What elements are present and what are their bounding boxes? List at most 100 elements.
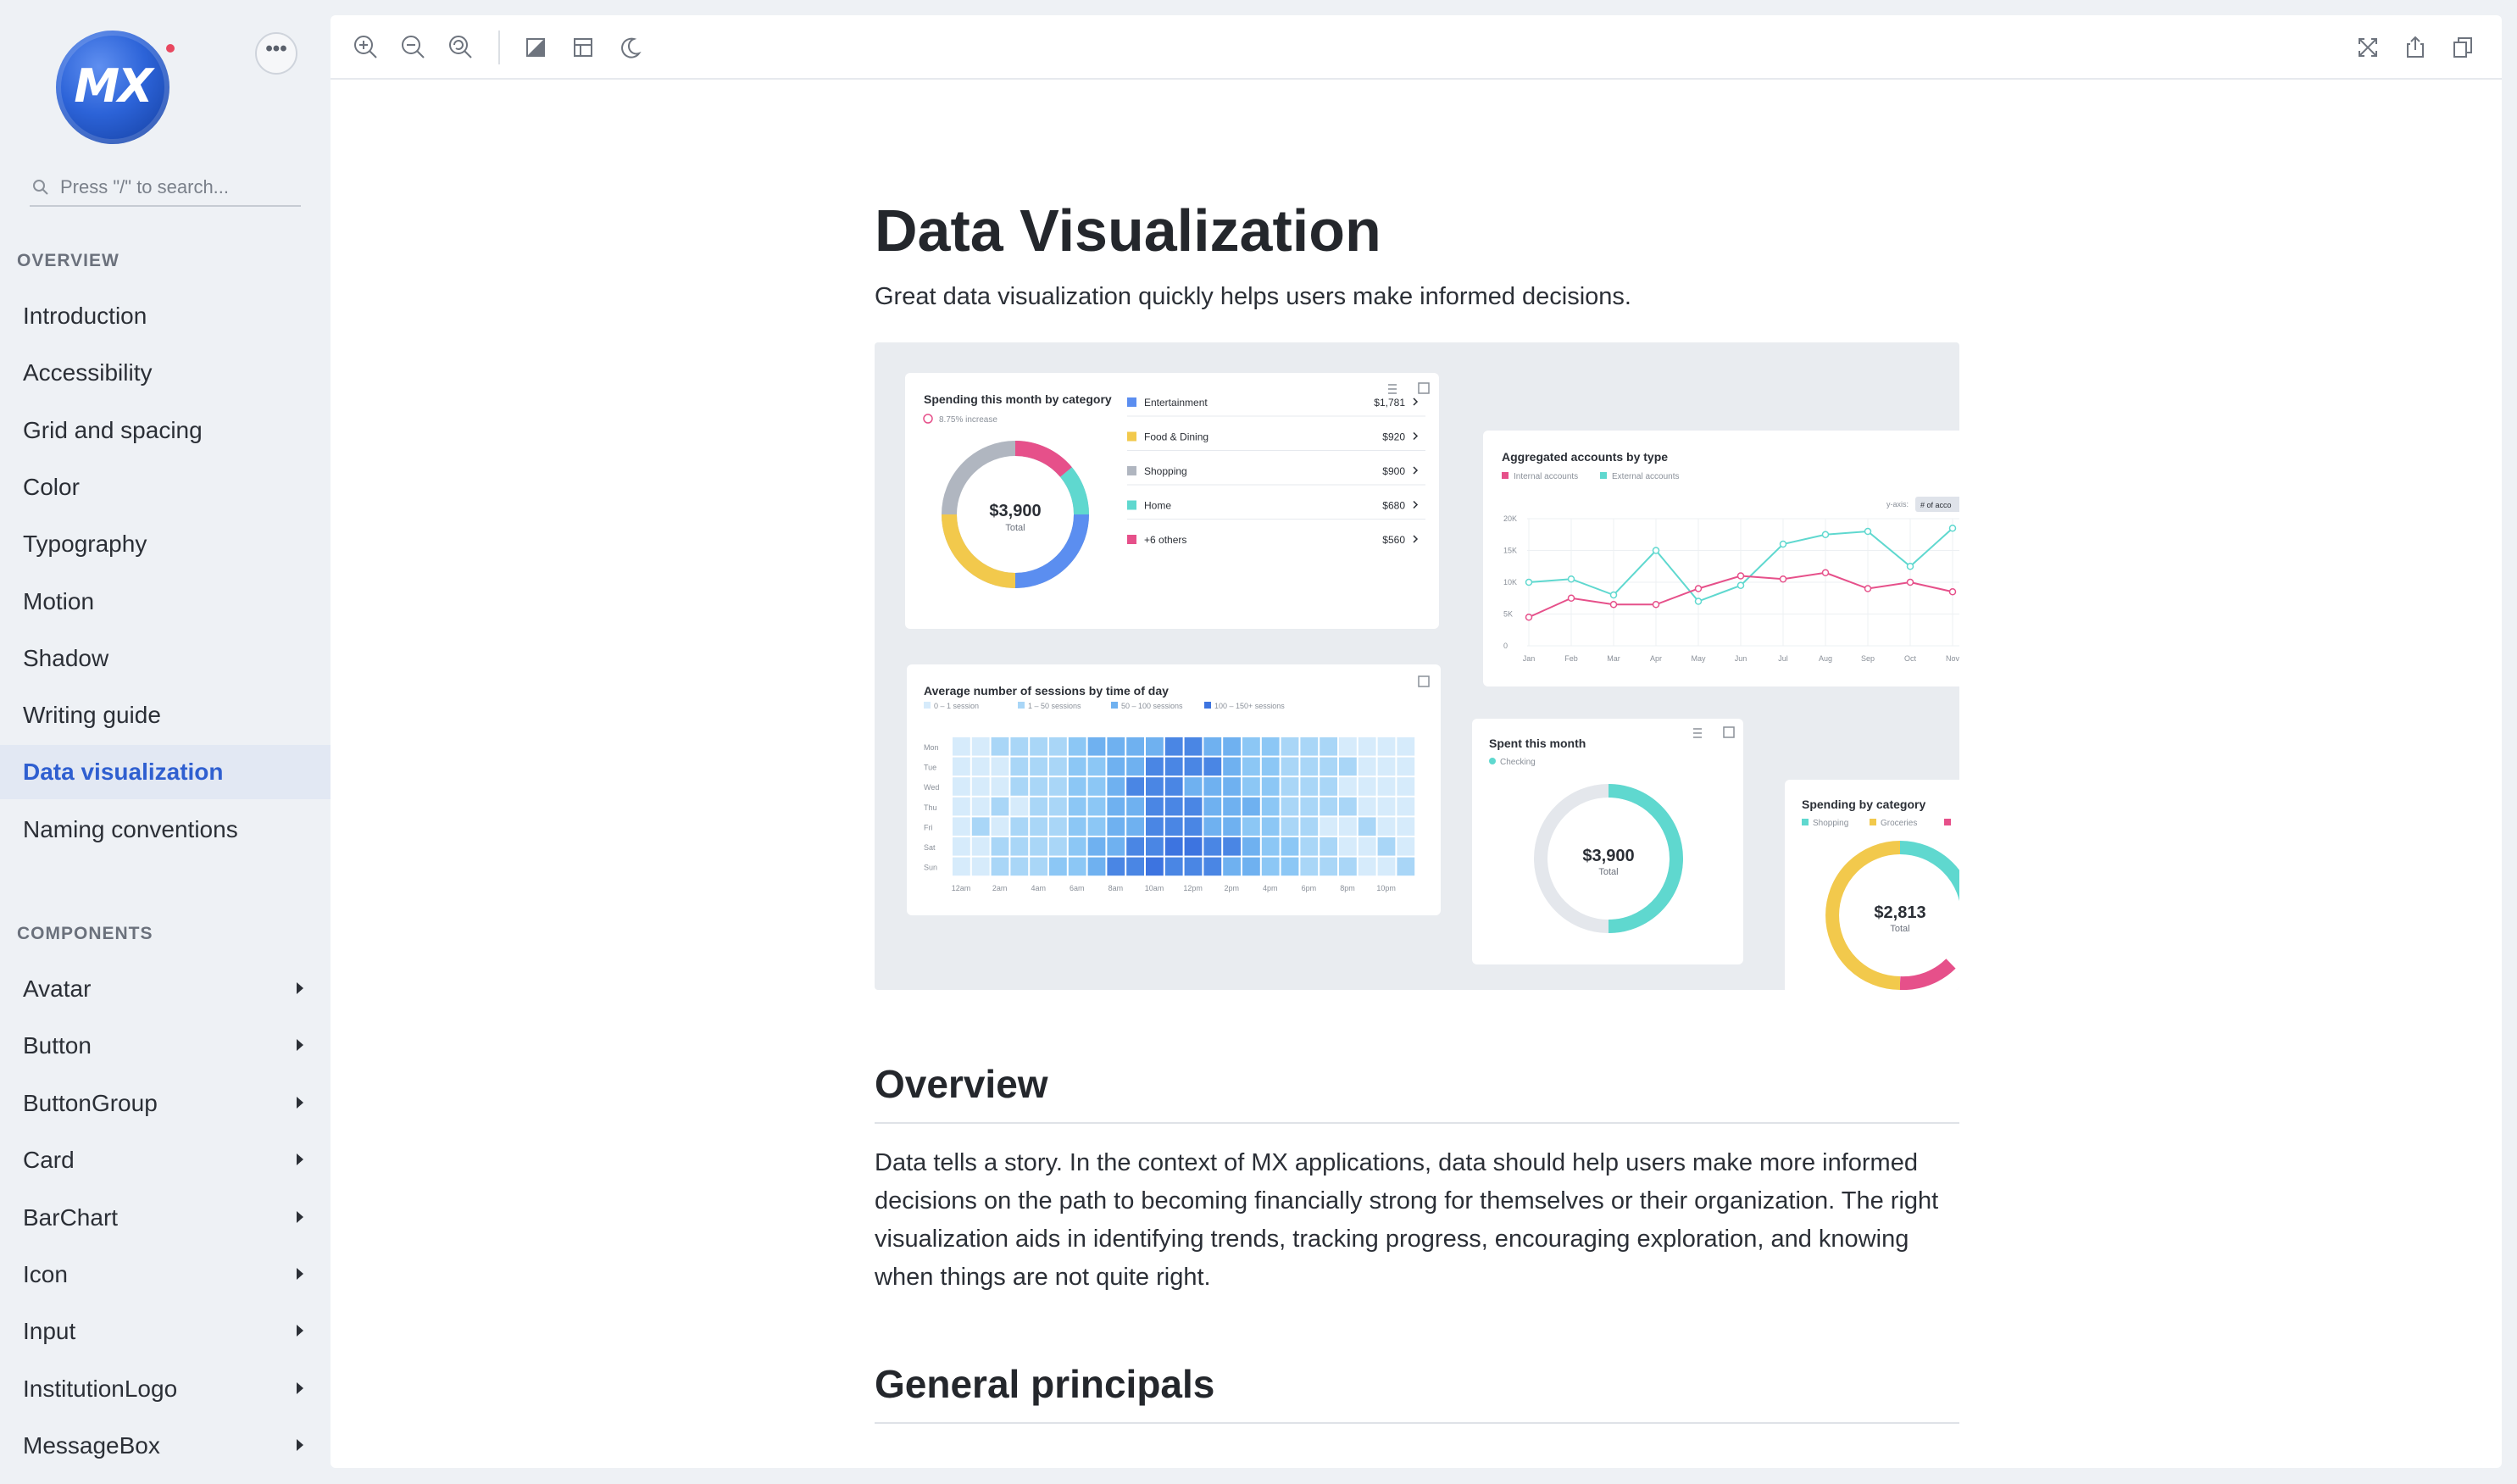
sidebar-item-color[interactable]: Color: [0, 460, 331, 514]
heatmap-cell: [1087, 737, 1106, 756]
hour-label: 12pm: [1183, 884, 1203, 892]
zoom-in-icon[interactable]: [351, 32, 381, 63]
line-point: [1609, 591, 1618, 599]
heatmap-cell: [1068, 857, 1086, 876]
heatmap-cell: [971, 757, 990, 776]
day-label: Sat: [924, 843, 936, 852]
heatmap-cell: [1281, 817, 1299, 836]
spending-total-label: Total: [1005, 523, 1025, 533]
expand-caret-icon[interactable]: [297, 1210, 303, 1223]
sidebar-item-button[interactable]: Button: [0, 1019, 331, 1073]
legend-groceries: Groceries: [1881, 819, 1917, 828]
heatmap-cell: [1281, 737, 1299, 756]
fullscreen-icon[interactable]: [2353, 32, 2383, 63]
x-tick: May: [1691, 654, 1706, 663]
row-swatch: [1127, 535, 1136, 544]
row-label: Home: [1144, 500, 1171, 512]
spending-increase: 8.75% increase: [939, 415, 997, 425]
heatmap-cell: [1320, 817, 1337, 836]
spent-label: Total: [1598, 867, 1618, 877]
more-options-button[interactable]: •••: [255, 32, 297, 75]
heatmap-cell: [1223, 817, 1241, 836]
heatmap-cell: [1030, 757, 1047, 776]
expand-caret-icon[interactable]: [297, 1325, 303, 1337]
dark-mode-icon[interactable]: [615, 32, 646, 63]
legend-label: 100 – 150+ sessions: [1214, 702, 1285, 710]
sidebar-item-shadow[interactable]: Shadow: [0, 631, 331, 686]
heatmap-cell: [1300, 837, 1319, 856]
sidebar-item-data-visualization[interactable]: Data visualization: [0, 745, 331, 800]
heatmap-cell: [1068, 777, 1086, 796]
x-tick: Jul: [1778, 654, 1788, 663]
expand-caret-icon[interactable]: [297, 1268, 303, 1280]
legend-swatch-external: [1600, 472, 1607, 479]
mx-logo[interactable]: MX: [56, 31, 169, 144]
reset-zoom-icon[interactable]: [446, 32, 476, 63]
heatmap-cell: [1242, 757, 1260, 776]
sidebar-item-naming-conventions[interactable]: Naming conventions: [0, 803, 331, 857]
expand-caret-icon[interactable]: [297, 1096, 303, 1109]
expand-caret-icon[interactable]: [297, 1381, 303, 1394]
heatmap-cell: [1281, 857, 1299, 876]
heatmap-cell: [1146, 797, 1164, 816]
line-point: [1948, 588, 1957, 596]
heatmap-cell: [1010, 837, 1029, 856]
sidebar-item-avatar[interactable]: Avatar: [0, 962, 331, 1016]
sidebar-item-introduction[interactable]: Introduction: [0, 289, 331, 343]
heatmap-cell: [1281, 757, 1299, 776]
expand-caret-icon[interactable]: [297, 1039, 303, 1052]
heatmap-cell: [1146, 737, 1164, 756]
sidebar-item-icon[interactable]: Icon: [0, 1248, 331, 1302]
expand-caret-icon[interactable]: [297, 982, 303, 994]
hour-label: 6am: [1070, 884, 1085, 892]
sidebar-item-motion[interactable]: Motion: [0, 575, 331, 629]
copy-icon[interactable]: [2448, 32, 2478, 63]
expand-caret-icon[interactable]: [297, 1153, 303, 1166]
heatmap-cell: [1049, 757, 1067, 776]
hour-label: 6pm: [1302, 884, 1317, 892]
line-point: [1779, 540, 1787, 548]
search-box: [30, 171, 301, 207]
x-tick: Jan: [1523, 654, 1536, 663]
toolbar: [331, 15, 2502, 80]
principles-heading: General principals: [875, 1362, 1215, 1406]
heatmap-cell: [1339, 857, 1357, 876]
background-icon[interactable]: [520, 32, 551, 63]
row-label: Shopping: [1144, 465, 1187, 477]
sidebar-item-typography[interactable]: Typography: [0, 517, 331, 571]
heatmap-cell: [1281, 837, 1299, 856]
legend-swatch-groceries: [1870, 819, 1876, 825]
zoom-out-icon[interactable]: [398, 32, 429, 63]
sidebar-item-card[interactable]: Card: [0, 1133, 331, 1187]
heatmap-cell: [1203, 857, 1222, 876]
sidebar-item-grid-and-spacing[interactable]: Grid and spacing: [0, 403, 331, 458]
sidebar-item-input[interactable]: Input: [0, 1304, 331, 1359]
heatmap-cell: [1107, 797, 1125, 816]
search-input[interactable]: [60, 171, 297, 203]
sidebar-item-writing-guide[interactable]: Writing guide: [0, 688, 331, 742]
expand-caret-icon[interactable]: [297, 1439, 303, 1452]
share-icon[interactable]: [2400, 32, 2431, 63]
heatmap-cell: [1164, 737, 1183, 756]
category-card-title: Spending by category: [1802, 798, 1925, 811]
heatmap-cell: [1223, 857, 1241, 876]
sidebar-item-label: Card: [23, 1147, 75, 1174]
heatmap-cell: [1261, 737, 1280, 756]
heatmap-cell: [1184, 817, 1203, 836]
heatmap-cell: [1010, 777, 1029, 796]
grid-icon[interactable]: [568, 32, 598, 63]
hour-label: 12am: [952, 884, 971, 892]
heatmap-cell: [953, 857, 970, 876]
line-point: [1652, 601, 1660, 609]
heatmap-cell: [1223, 777, 1241, 796]
sidebar-item-accessibility[interactable]: Accessibility: [0, 346, 331, 400]
heatmap-cell: [1377, 857, 1396, 876]
heatmap-cell: [1358, 857, 1376, 876]
heatmap-cell: [1030, 817, 1047, 836]
sidebar-item-buttongroup[interactable]: ButtonGroup: [0, 1076, 331, 1131]
heatmap-cell: [1087, 777, 1106, 796]
sidebar-item-institutionlogo[interactable]: InstitutionLogo: [0, 1362, 331, 1416]
sidebar-item-messagebox[interactable]: MessageBox: [0, 1419, 331, 1473]
more-icon: •••: [265, 37, 287, 60]
sidebar-item-barchart[interactable]: BarChart: [0, 1191, 331, 1245]
